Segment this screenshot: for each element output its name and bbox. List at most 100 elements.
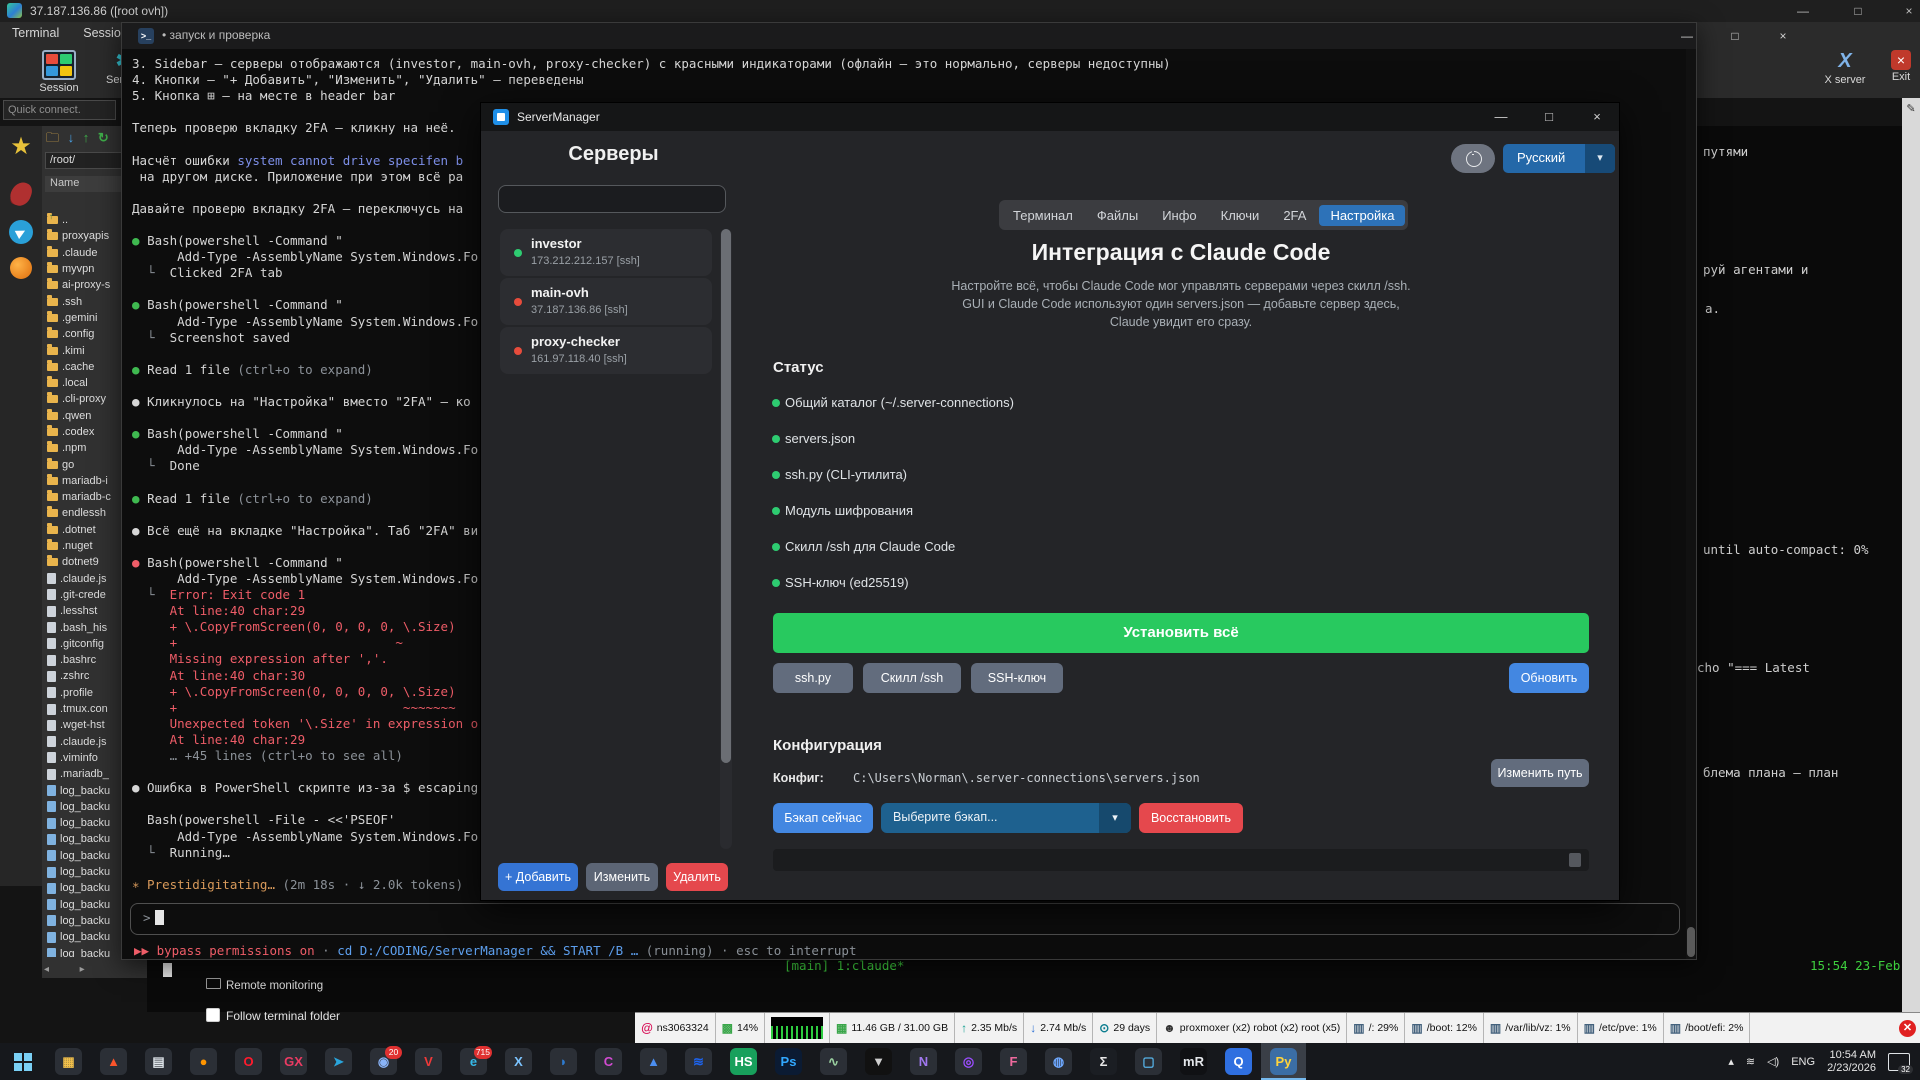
taskbar-figma[interactable]: F	[991, 1043, 1036, 1080]
refresh-icon[interactable]: ↻	[98, 130, 109, 145]
speaker-icon[interactable]: ◁)	[1767, 1055, 1779, 1068]
taskbar-loop[interactable]: ◍	[1036, 1043, 1081, 1080]
terminal-maximize-button[interactable]: □	[1720, 26, 1750, 46]
backup-now-button[interactable]: Бэкап сейчас	[773, 803, 873, 833]
moba-close-button[interactable]: ×	[1896, 2, 1920, 20]
tab-файлы[interactable]: Файлы	[1086, 205, 1149, 226]
toolbar-exit-button[interactable]: × Exit	[1872, 47, 1920, 83]
tray-chevron-icon[interactable]: ▴	[1728, 1055, 1734, 1068]
moba-maximize-button[interactable]: □	[1845, 2, 1871, 20]
taskbar-opera-browser[interactable]: O	[226, 1043, 271, 1080]
terminal-close-button[interactable]: ×	[1768, 26, 1798, 46]
keyboard-language[interactable]: ENG	[1791, 1056, 1815, 1068]
add-server-button[interactable]: + Добавить	[498, 863, 578, 891]
sm-close-button[interactable]: ×	[1577, 105, 1617, 129]
taskbar-opera-gx[interactable]: GX	[271, 1043, 316, 1080]
taskbar-thunderbird[interactable]: ◗	[541, 1043, 586, 1080]
taskbar-nvidia-app[interactable]: N	[901, 1043, 946, 1080]
upload-icon[interactable]: ↑	[83, 130, 90, 145]
monitor-icon	[206, 978, 221, 989]
server-search-input[interactable]	[498, 185, 726, 213]
sm-minimize-button[interactable]: —	[1481, 105, 1521, 129]
quick-connect-input[interactable]	[3, 100, 116, 120]
server-card-investor[interactable]: investor173.212.212.157 [ssh]	[500, 229, 712, 276]
refresh-button[interactable]: Обновить	[1509, 663, 1589, 693]
terminal-scrollbar-thumb[interactable]	[1687, 927, 1695, 957]
telegram-icon[interactable]: ▶	[7, 218, 35, 246]
server-card-main-ovh[interactable]: main-ovh37.187.136.86 [ssh]	[500, 278, 712, 325]
notifications-icon[interactable]: 32	[1888, 1053, 1910, 1071]
taskbar-photos[interactable]: ▲	[631, 1043, 676, 1080]
toolbar-session-button[interactable]: Session	[30, 47, 88, 94]
tab-инфо[interactable]: Инфо	[1151, 205, 1207, 226]
taskbar-anydesk[interactable]: ▢	[1126, 1043, 1171, 1080]
taskbar-mremoteng[interactable]: mR	[1171, 1043, 1216, 1080]
taskbar-firefox-browser[interactable]: ●	[181, 1043, 226, 1080]
taskbar-file-explorer[interactable]: ▦	[46, 1043, 91, 1080]
taskbar-notepad[interactable]: ▤	[136, 1043, 181, 1080]
taskbar-opera-neon[interactable]: ◎	[946, 1043, 991, 1080]
taskbar-clion[interactable]: C	[586, 1043, 631, 1080]
monitor-close-button[interactable]: ✕	[1899, 1020, 1916, 1037]
download-icon[interactable]: ↓	[68, 130, 75, 145]
follow-terminal-folder-checkbox[interactable]: Follow terminal folder	[206, 1008, 340, 1023]
taskbar-quick-utmo[interactable]: Q	[1216, 1043, 1261, 1080]
wifi-icon[interactable]: ≋	[1746, 1055, 1755, 1068]
moba-minimize-button[interactable]: —	[1790, 2, 1816, 20]
server-card-proxy-checker[interactable]: proxy-checker161.97.118.40 [ssh]	[500, 327, 712, 374]
moba-app-icon	[7, 3, 22, 18]
taskbar-docker[interactable]: ≋	[676, 1043, 721, 1080]
edit-server-button[interactable]: Изменить	[586, 863, 658, 891]
install-ssh-py-button[interactable]: ssh.py	[773, 663, 853, 693]
file-icon	[47, 655, 56, 666]
install-all-button[interactable]: Установить всё	[773, 613, 1589, 653]
backup-select-dropdown[interactable]: Выберите бэкап... ▾	[881, 803, 1131, 833]
taskbar-brave-browser[interactable]: ▲	[91, 1043, 136, 1080]
change-path-button[interactable]: Изменить путь	[1491, 759, 1589, 787]
terminal-titlebar[interactable]: >_ • запуск и проверка — □ ×	[122, 23, 1696, 49]
start-button[interactable]	[0, 1043, 46, 1080]
sidebar-scrollbar-thumb[interactable]	[721, 229, 731, 763]
taskbar-vivaldi[interactable]: V	[406, 1043, 451, 1080]
taskbar-system-monitor[interactable]: ∿	[811, 1043, 856, 1080]
tab-ключи[interactable]: Ключи	[1210, 205, 1271, 226]
toolbar-xserver-button[interactable]: X X server	[1816, 47, 1874, 86]
taskbar-proton-shield[interactable]: ▼	[856, 1043, 901, 1080]
menu-terminal[interactable]: Terminal	[0, 22, 71, 40]
terminal-minimize-button[interactable]: —	[1672, 26, 1702, 46]
terminal-scrollbar[interactable]	[1686, 49, 1696, 959]
claude-input-box[interactable]: >	[130, 903, 1680, 935]
language-dropdown[interactable]: Русский ▾	[1503, 144, 1615, 173]
servermanager-titlebar[interactable]: ServerManager — □ ×	[481, 103, 1619, 131]
tab-настройка[interactable]: Настройка	[1319, 205, 1405, 226]
mremoteng-icon: mR	[1180, 1048, 1207, 1075]
remote-monitoring-toggle[interactable]: Remote monitoring	[206, 978, 323, 992]
power-button[interactable]	[1451, 144, 1495, 173]
hscroll-thumb[interactable]	[1569, 853, 1581, 867]
favorites-star-icon[interactable]: ★	[7, 134, 35, 162]
taskbar-clock[interactable]: 10:54 AM2/23/2026	[1827, 1049, 1876, 1075]
moba-right-sidebar-handle[interactable]: ✎	[1902, 98, 1920, 1012]
tab-2fa[interactable]: 2FA	[1272, 205, 1317, 226]
sm-maximize-button[interactable]: □	[1529, 105, 1569, 129]
taskbar-edge[interactable]: e715	[451, 1043, 496, 1080]
install--ssh-button[interactable]: Скилл /ssh	[863, 663, 961, 693]
red-tool-icon[interactable]	[7, 180, 35, 208]
browser-ball-icon[interactable]	[7, 254, 35, 282]
tab-терминал[interactable]: Терминал	[1002, 205, 1084, 226]
taskbar-telegram[interactable]: ➤	[316, 1043, 361, 1080]
language-value: Русский	[1517, 150, 1565, 165]
install-ssh--button[interactable]: SSH-ключ	[971, 663, 1063, 693]
restore-button[interactable]: Восстановить	[1139, 803, 1243, 833]
taskbar-hitmanpro[interactable]: HS	[721, 1043, 766, 1080]
folder-icon	[47, 395, 58, 403]
taskbar-python-servermanager[interactable]: Py	[1261, 1043, 1306, 1080]
taskbar-photoshop[interactable]: Ps	[766, 1043, 811, 1080]
taskbar-chrome[interactable]: ◉20	[361, 1043, 406, 1080]
tree-hscrollbar[interactable]: ◂ ▸	[44, 964, 144, 978]
taskbar-xshell[interactable]: X	[496, 1043, 541, 1080]
terminal-tab-title[interactable]: • запуск и проверка	[162, 28, 270, 42]
delete-server-button[interactable]: Удалить	[666, 863, 728, 891]
folder-up-icon[interactable]: 🗀	[46, 130, 59, 145]
taskbar-powershell[interactable]: Σ	[1081, 1043, 1126, 1080]
